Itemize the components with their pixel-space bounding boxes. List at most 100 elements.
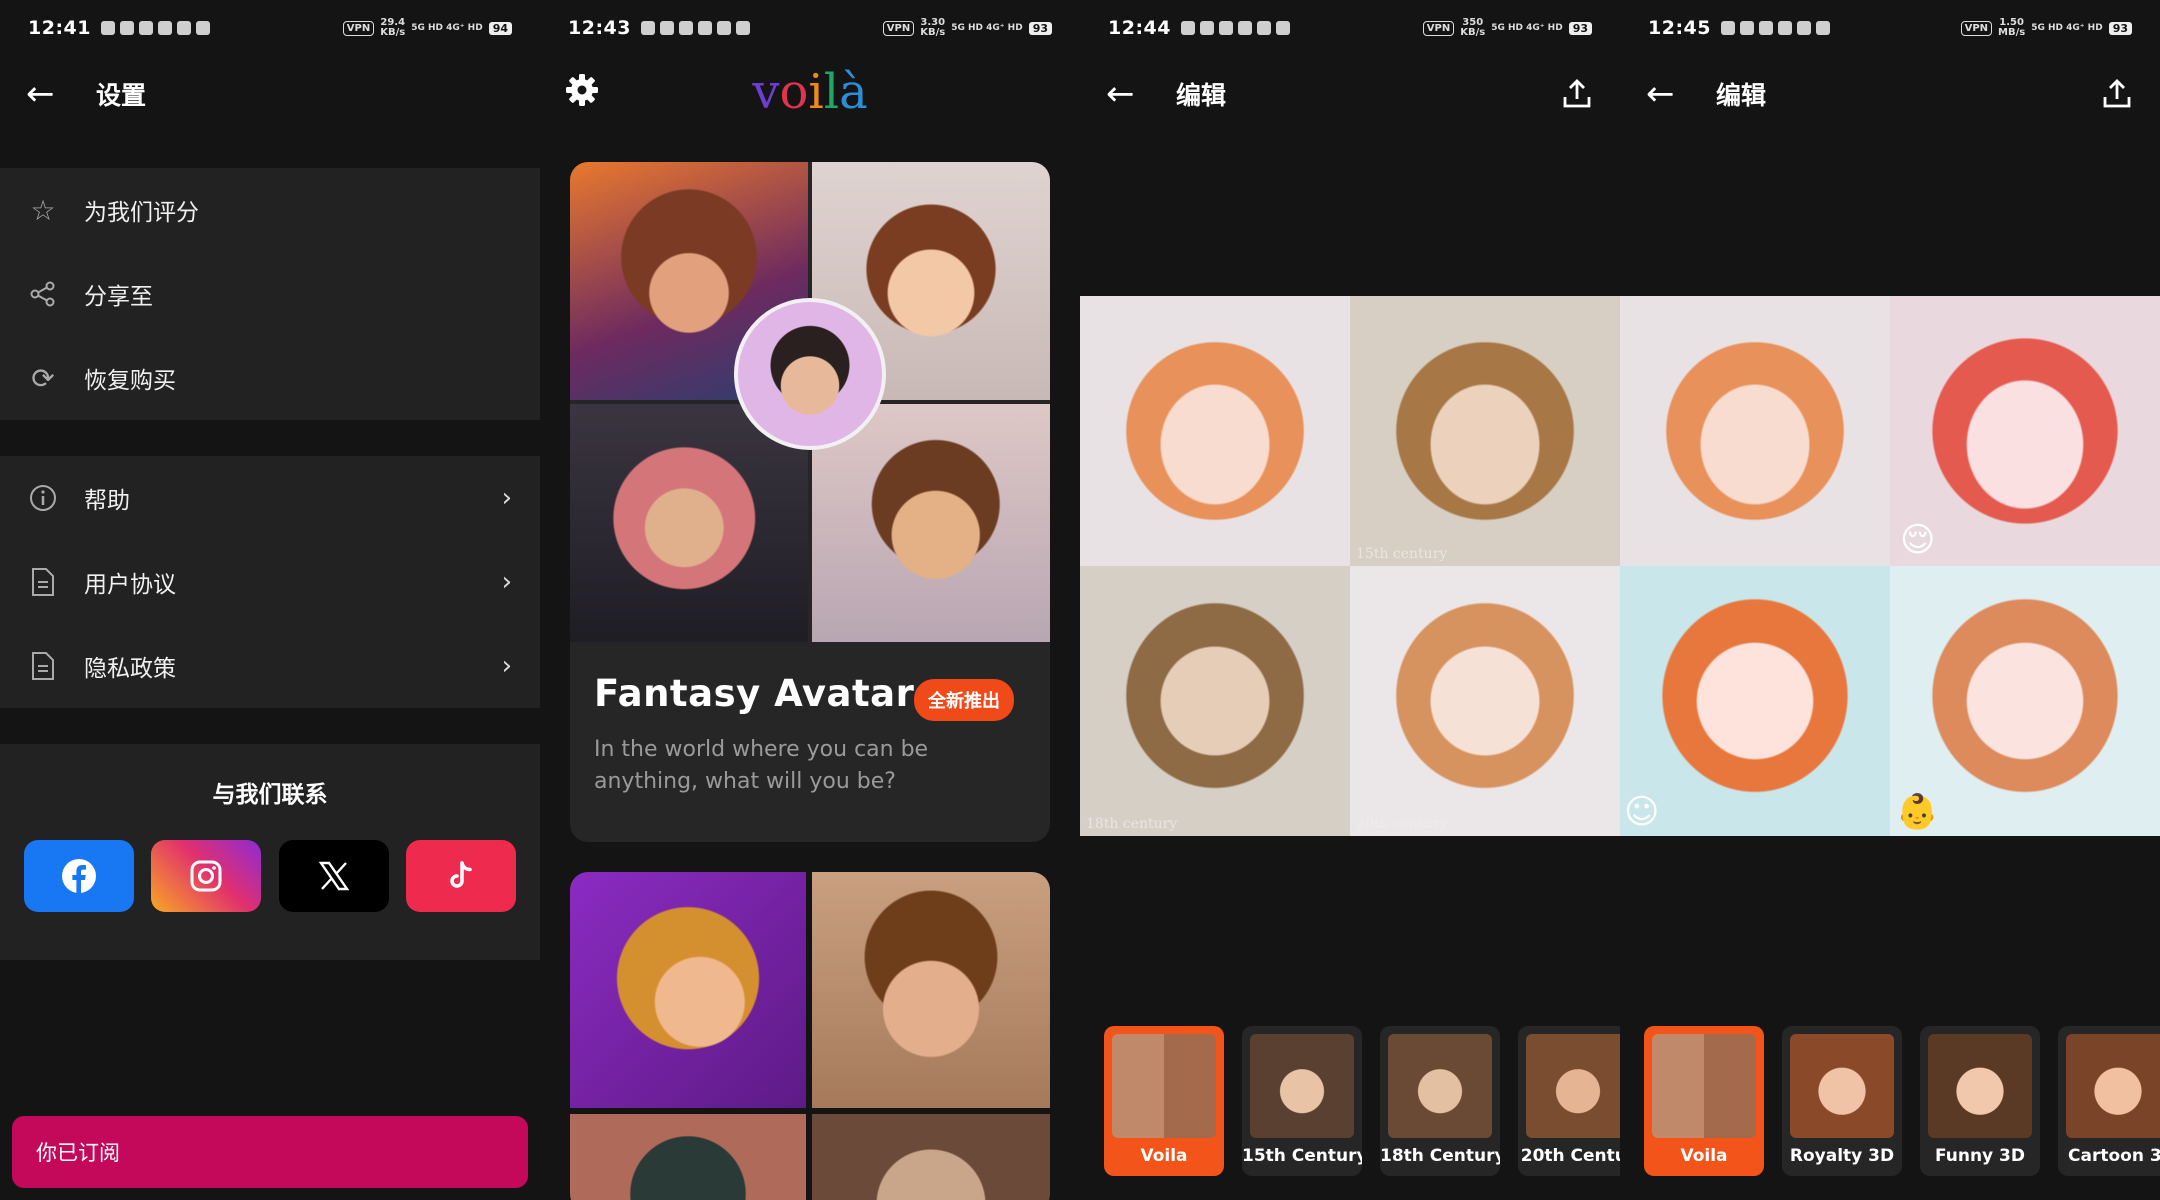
instagram-button[interactable] xyxy=(151,840,261,912)
document-icon xyxy=(28,567,58,597)
vpn-icon: VPN xyxy=(882,20,915,36)
settings-item-terms[interactable]: 用户协议 › xyxy=(0,540,540,624)
facebook-button[interactable] xyxy=(24,840,134,912)
settings-item-restore[interactable]: ⟳ 恢复购买 xyxy=(0,336,540,420)
signal-icon: 5G HD 4G⁺ HD xyxy=(1491,23,1563,33)
avatar-preview-card[interactable] xyxy=(570,872,1050,1200)
result-image[interactable]: ☺ xyxy=(1620,566,1890,836)
style-15th-century[interactable]: 15th Century xyxy=(1242,1026,1362,1176)
settings-item-label: 隐私政策 xyxy=(84,656,176,682)
result-image[interactable]: 😌 xyxy=(1890,296,2160,566)
back-arrow-icon[interactable]: ← xyxy=(26,77,70,111)
settings-item-label: 恢复购买 xyxy=(84,368,176,394)
result-grid: 15th century 18th century 20th century xyxy=(1080,296,1620,836)
home-screen: 12:43 VPN 3.30 KB/s 5G HD 4G⁺ HD 93 voil… xyxy=(540,0,1080,1200)
facebook-icon xyxy=(62,859,96,893)
back-arrow-icon[interactable]: ← xyxy=(1106,77,1150,111)
card-title: Fantasy Avatar xyxy=(594,672,915,715)
style-royalty-3d[interactable]: Royalty 3D xyxy=(1782,1026,1902,1176)
battery-icon: 94 xyxy=(488,21,512,35)
style-18th-century[interactable]: 18th Century xyxy=(1380,1026,1500,1176)
vpn-icon: VPN xyxy=(1422,20,1455,36)
restore-icon: ⟳ xyxy=(31,361,55,395)
card-description: In the world where you can be anything, … xyxy=(594,737,929,794)
settings-item-label: 分享至 xyxy=(84,284,153,310)
upload-share-icon[interactable] xyxy=(1560,77,1594,111)
style-strip: Voila Royalty 3D Funny 3D Cartoon 3I xyxy=(1620,1026,2160,1176)
signal-icon: 5G HD 4G⁺ HD xyxy=(2031,23,2103,33)
settings-screen: 12:41 VPN 29.4 KB/s 5G HD 4G⁺ HD 94 ← 设置… xyxy=(0,0,540,1200)
result-grid: 😌 ☺ 👶 xyxy=(1620,296,2160,836)
emoji-face-icon: ☺ xyxy=(1624,792,1660,832)
notification-icons xyxy=(1720,21,1830,35)
settings-item-rate[interactable]: ☆ 为我们评分 xyxy=(0,168,540,252)
style-tag: 15th century xyxy=(1356,546,1448,562)
settings-item-label: 帮助 xyxy=(84,488,130,514)
network-speed: 29.4 KB/s xyxy=(380,17,406,38)
settings-item-label: 为我们评分 xyxy=(84,200,199,226)
voila-logo: voilà xyxy=(752,64,868,120)
notification-icons xyxy=(1180,21,1290,35)
network-speed: 1.50 MB/s xyxy=(1998,17,2026,38)
subscribed-button[interactable]: 你已订阅 xyxy=(12,1116,528,1188)
status-bar: 12:43 VPN 3.30 KB/s 5G HD 4G⁺ HD 93 xyxy=(540,0,1080,56)
settings-group-general: ☆ 为我们评分 分享至 ⟳ 恢复购买 xyxy=(0,168,540,420)
notification-icons xyxy=(640,21,750,35)
status-time: 12:43 xyxy=(568,17,631,39)
settings-item-privacy[interactable]: 隐私政策 › xyxy=(0,624,540,708)
network-speed: 3.30 KB/s xyxy=(920,17,946,38)
emoji-face-icon: 👶 xyxy=(1896,792,1939,832)
page-title: 设置 xyxy=(96,81,147,110)
info-icon xyxy=(28,483,58,513)
style-voila[interactable]: Voila xyxy=(1644,1026,1764,1176)
style-cartoon-3d[interactable]: Cartoon 3I xyxy=(2058,1026,2160,1176)
vpn-icon: VPN xyxy=(342,20,375,36)
battery-icon: 93 xyxy=(1028,21,1052,35)
status-bar: 12:41 VPN 29.4 KB/s 5G HD 4G⁺ HD 94 xyxy=(0,0,540,56)
style-voila[interactable]: Voila xyxy=(1104,1026,1224,1176)
tiktok-button[interactable] xyxy=(406,840,516,912)
x-button[interactable] xyxy=(279,840,389,912)
settings-item-label: 用户协议 xyxy=(84,572,176,598)
result-image[interactable]: 👶 xyxy=(1890,566,2160,836)
document-icon xyxy=(28,651,58,681)
top-bar: ← 编辑 xyxy=(1080,56,1620,132)
status-time: 12:41 xyxy=(28,17,91,39)
share-icon xyxy=(28,279,58,309)
battery-icon: 93 xyxy=(2108,21,2132,35)
emoji-face-icon: 😌 xyxy=(1900,520,1936,560)
result-image[interactable]: 15th century xyxy=(1350,296,1620,566)
network-speed: 350 KB/s xyxy=(1460,17,1486,38)
x-icon xyxy=(318,861,350,891)
settings-item-help[interactable]: 帮助 › xyxy=(0,456,540,540)
upload-share-icon[interactable] xyxy=(2100,77,2134,111)
status-time: 12:44 xyxy=(1108,17,1171,39)
chevron-right-icon: › xyxy=(501,651,512,681)
fantasy-avatar-card[interactable]: Fantasy Avatar 全新推出 In the world where y… xyxy=(570,162,1050,842)
settings-item-share[interactable]: 分享至 xyxy=(0,252,540,336)
contact-title: 与我们联系 xyxy=(212,782,328,808)
tiktok-icon xyxy=(450,861,472,888)
result-image[interactable]: 18th century xyxy=(1080,566,1350,836)
status-time: 12:45 xyxy=(1648,17,1711,39)
style-strip: Voila 15th Century 18th Century 20th Cen… xyxy=(1080,1026,1620,1176)
result-image[interactable]: 20th century xyxy=(1350,566,1620,836)
chevron-right-icon: › xyxy=(501,483,512,513)
signal-icon: 5G HD 4G⁺ HD xyxy=(411,23,483,33)
star-icon: ☆ xyxy=(30,193,56,227)
result-image[interactable] xyxy=(1620,296,1890,566)
notification-icons xyxy=(100,21,210,35)
result-image[interactable] xyxy=(1080,296,1350,566)
settings-group-legal: 帮助 › 用户协议 › 隐私政策 › xyxy=(0,456,540,708)
editor-screen-3d: 12:45 VPN 1.50 MB/s 5G HD 4G⁺ HD 93 ← 编辑… xyxy=(1620,0,2160,1200)
vpn-icon: VPN xyxy=(1960,20,1993,36)
style-tag: 20th century xyxy=(1356,816,1448,832)
page-title: 编辑 xyxy=(1716,81,1767,110)
signal-icon: 5G HD 4G⁺ HD xyxy=(951,23,1023,33)
instagram-icon xyxy=(190,860,222,892)
style-20th-century[interactable]: 20th Centur xyxy=(1518,1026,1620,1176)
style-funny-3d[interactable]: Funny 3D xyxy=(1920,1026,2040,1176)
page-title: 编辑 xyxy=(1176,81,1227,110)
new-badge: 全新推出 xyxy=(914,679,1014,721)
back-arrow-icon[interactable]: ← xyxy=(1646,77,1690,111)
